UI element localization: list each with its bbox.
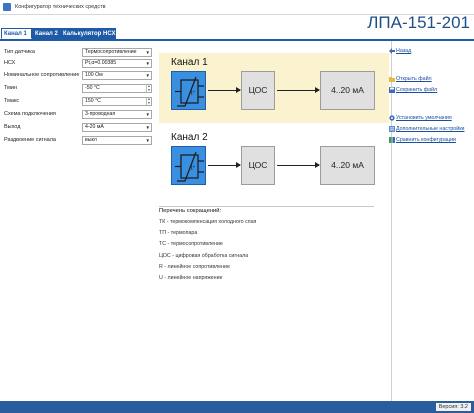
setting-nsh: НСХ Pt,α=0.00385 ▼	[0, 59, 155, 68]
sidebar-separator	[391, 41, 392, 401]
signal-arrow	[277, 87, 320, 93]
tab-channel-2[interactable]: Канал 2	[32, 28, 60, 39]
setting-label: Схема подключения	[4, 111, 56, 117]
connection-scheme-select[interactable]: 3-проводная ▼	[82, 110, 152, 119]
sidebar-item-label: Сравнить конфигурации	[396, 137, 457, 143]
output-block: 4..20 мА	[320, 146, 375, 185]
dsp-block: ЦОС	[241, 71, 275, 110]
divider	[159, 206, 374, 207]
nsh-select[interactable]: Pt,α=0.00385 ▼	[82, 59, 152, 68]
setting-nominal-resistance: Номинальное сопротивление 100 Ом ▼	[0, 71, 155, 80]
setting-label: Раздвоение сигнала	[4, 137, 56, 143]
channel-title: Канал 1	[171, 57, 208, 68]
t-max-spinner[interactable]: 150 °C ▲ ▼	[82, 97, 152, 106]
sidebar-item-label: Дополнительные настройки	[396, 126, 465, 132]
rtd-sensor-icon: t°	[171, 146, 206, 185]
select-value: Термосопротивление	[85, 49, 137, 55]
chevron-down-icon: ▼	[145, 138, 150, 143]
setting-label: Номинальное сопротивление	[4, 72, 80, 78]
setting-label: Тмин	[4, 85, 18, 91]
svg-text:t°: t°	[191, 91, 196, 97]
defaults-icon	[389, 115, 395, 121]
setting-t-min: Тмин -50 °C ▲ ▼	[0, 84, 155, 93]
setting-t-max: Тмакс 150 °C ▲ ▼	[0, 97, 155, 106]
signal-arrow	[208, 87, 241, 93]
advanced-settings-icon	[389, 126, 395, 132]
abbreviation-item: ТП - термопара	[159, 230, 198, 236]
channel-1-diagram[interactable]: Канал 1 t° ЦОС 4..20 мА	[159, 53, 389, 123]
status-bar: Версия: 3.2	[0, 401, 474, 413]
signal-split-select[interactable]: выкл ▼	[82, 136, 152, 145]
sidebar-item-back[interactable]: Назад	[387, 47, 474, 55]
spinner-value: -50 °C	[85, 85, 100, 91]
tab-nsh-calculator[interactable]: Калькулятор НСХ	[60, 28, 116, 39]
sidebar-item-open-file[interactable]: Открыть файл	[387, 75, 474, 83]
app-icon	[3, 3, 11, 11]
select-value: 4-20 мА	[85, 124, 104, 130]
tab-underline	[0, 39, 474, 41]
window-title: Конфигуратор технических средств	[15, 4, 106, 10]
svg-text:t°: t°	[191, 166, 196, 172]
open-file-icon	[389, 77, 395, 82]
sensor-type-select[interactable]: Термосопротивление ▼	[82, 48, 152, 57]
abbreviation-item: ЦОС - цифровая обработка сигнала	[159, 253, 249, 259]
chevron-down-icon: ▼	[145, 112, 150, 117]
chevron-down-icon: ▼	[145, 125, 150, 130]
abbreviation-item: ТК - термокомпенсация холодного спая	[159, 219, 257, 225]
tab-channel-1[interactable]: Канал 1	[1, 28, 32, 39]
setting-connection-scheme: Схема подключения 3-проводная ▼	[0, 110, 155, 119]
select-value: Pt,α=0.00385	[85, 60, 117, 66]
abbreviation-item: R - линейное сопротивление	[159, 264, 230, 270]
sidebar-item-set-defaults[interactable]: Установить умолчания	[387, 114, 474, 122]
setting-label: Выход	[4, 124, 21, 130]
chevron-down-icon: ▼	[145, 61, 150, 66]
setting-label: НСХ	[4, 60, 16, 66]
output-select[interactable]: 4-20 мА ▼	[82, 123, 152, 132]
spinner-value: 150 °C	[85, 98, 101, 104]
channel-2-diagram[interactable]: Канал 2 t° ЦОС 4..20 мА	[159, 128, 389, 198]
spinner-arrows-icon[interactable]: ▲ ▼	[146, 98, 151, 105]
abbreviation-item: U - линейное напряжение	[159, 275, 223, 281]
abbreviations-title: Перечень сокращений:	[159, 208, 222, 214]
rtd-sensor-icon: t°	[171, 71, 206, 110]
nominal-resistance-select[interactable]: 100 Ом ▼	[82, 71, 152, 80]
signal-arrow	[277, 162, 320, 168]
back-arrow-icon	[389, 48, 395, 54]
signal-arrow	[208, 162, 241, 168]
output-block: 4..20 мА	[320, 71, 375, 110]
sidebar-item-compare-configs[interactable]: Сравнить конфигурации	[387, 136, 474, 144]
channel-title: Канал 2	[171, 132, 208, 143]
sidebar-item-label: Назад	[396, 48, 412, 54]
setting-sensor-type: Тип датчика Термосопротивление ▼	[0, 48, 155, 57]
sidebar-item-save-file[interactable]: Сохранить файл	[387, 86, 474, 94]
compare-icon	[389, 137, 395, 143]
setting-label: Тип датчика	[4, 49, 35, 55]
spinner-arrows-icon[interactable]: ▲ ▼	[146, 85, 151, 92]
setting-output: Выход 4-20 мА ▼	[0, 123, 155, 132]
chevron-down-icon: ▼	[145, 50, 150, 55]
select-value: выкл	[85, 137, 97, 143]
dsp-block: ЦОС	[241, 146, 275, 185]
sidebar-item-label: Установить умолчания	[396, 115, 452, 121]
setting-label: Тмакс	[4, 98, 20, 104]
select-value: 3-проводная	[85, 111, 116, 117]
sidebar-item-label: Открыть файл	[396, 76, 432, 82]
sidebar-item-advanced-settings[interactable]: Дополнительные настройки	[387, 125, 474, 133]
t-min-spinner[interactable]: -50 °C ▲ ▼	[82, 84, 152, 93]
version-label: Версия: 3.2	[435, 403, 471, 411]
save-file-icon	[389, 87, 395, 93]
abbreviation-item: ТС - термосопротивление	[159, 241, 223, 247]
chevron-down-icon: ▼	[145, 73, 150, 78]
setting-signal-split: Раздвоение сигнала выкл ▼	[0, 136, 155, 145]
select-value: 100 Ом	[85, 72, 103, 78]
sidebar-item-label: Сохранить файл	[396, 87, 438, 93]
tab-bar: Канал 1 Канал 2 Калькулятор НСХ	[0, 28, 474, 39]
